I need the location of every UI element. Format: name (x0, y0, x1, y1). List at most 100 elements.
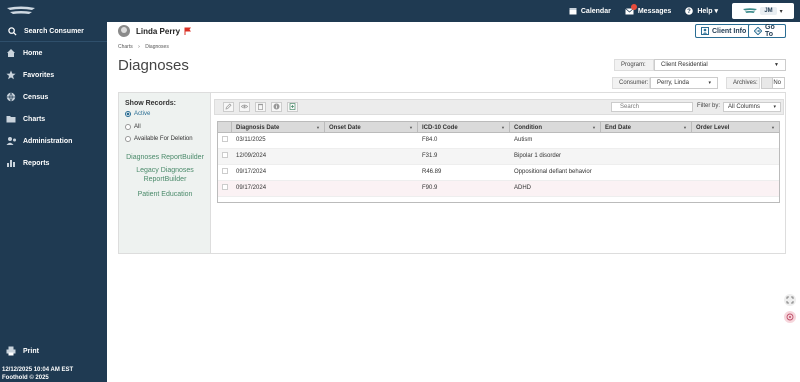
flag-icon[interactable] (184, 27, 192, 35)
calendar-label: Calendar (580, 7, 611, 15)
cell-diagnosis-date: 09/17/2024 (236, 169, 267, 175)
expand-icon[interactable] (784, 294, 796, 306)
patient-education-link[interactable]: Patient Education (119, 190, 211, 199)
avatar (118, 25, 130, 37)
page-title: Diagnoses (118, 57, 189, 74)
sidebar-item-favorites[interactable]: Favorites (0, 64, 107, 86)
help-menu[interactable]: ? Help ▾ (685, 7, 718, 15)
legacy-diagnoses-reportbuilder-link[interactable]: Legacy Diagnoses ReportBuilder (119, 166, 211, 184)
go-to-button[interactable]: Go To (748, 24, 786, 38)
breadcrumb: Charts › Diagnoses (118, 44, 169, 50)
grid-search-input[interactable]: Search (611, 102, 693, 112)
cell-diagnosis-date: 09/17/2024 (236, 185, 267, 191)
cell-icd10-code: F90.9 (422, 185, 438, 191)
go-to-label: Go To (765, 24, 775, 38)
brand-logo-icon (743, 8, 758, 13)
help-label: Help (697, 7, 713, 15)
sidebar-item-label: Census (23, 93, 49, 101)
program-label: Program: (614, 59, 654, 71)
cell-end-date (601, 149, 692, 164)
chevron-down-icon: ▼ (774, 62, 779, 68)
column-header-diagnosis-date[interactable]: Diagnosis Date ▼ (232, 122, 325, 133)
column-header-label: Order Level (696, 124, 730, 131)
sort-icon: ▼ (409, 125, 413, 130)
program-select[interactable]: Client Residential ▼ (654, 59, 786, 71)
radio-all[interactable]: All (125, 124, 141, 130)
envelope-icon (625, 3, 637, 15)
chevron-down-icon: ▾ (708, 80, 711, 86)
cell-end-date (601, 165, 692, 180)
chevron-down-icon: ▾ (773, 104, 776, 110)
table-row[interactable]: 03/11/2025 F84.0 Autism (218, 133, 779, 149)
toggle-knob (762, 78, 773, 88)
column-header-icd10-code[interactable]: ICD-10 Code ▼ (418, 122, 510, 133)
column-header-condition[interactable]: Condition ▼ (510, 122, 601, 133)
sidebar-footer: 12/12/2025 10:04 AM EST Foothold © 2025 (2, 366, 73, 382)
consumer-label: Consumer: (612, 77, 650, 89)
search-consumer[interactable]: Search Consumer (0, 22, 107, 42)
checkbox-icon (222, 168, 228, 174)
show-records-title: Show Records: (125, 100, 176, 107)
column-header-end-date[interactable]: End Date ▼ (601, 122, 692, 133)
assistant-icon[interactable] (784, 311, 796, 323)
filter-by-select[interactable]: All Columns ▾ (723, 102, 781, 112)
sidebar-item-reports[interactable]: Reports (0, 152, 107, 174)
bar-chart-icon (5, 157, 17, 169)
column-header-label: ICD-10 Code (422, 124, 458, 131)
top-bar: Calendar Messages ? Help ▾ JM ▾ (107, 0, 800, 22)
select-all-column[interactable] (218, 122, 232, 133)
print-button[interactable]: Print (0, 340, 107, 362)
sort-icon: ▼ (501, 125, 505, 130)
program-value: Client Residential (661, 62, 708, 68)
client-info-button[interactable]: Client Info (695, 24, 753, 38)
radio-available-for-deletion[interactable]: Available For Deletion (125, 136, 193, 142)
cell-onset-date (325, 181, 418, 196)
radio-label: All (134, 124, 141, 130)
delete-button[interactable] (255, 102, 266, 112)
eye-icon (240, 103, 249, 112)
user-menu[interactable]: JM ▾ (732, 3, 794, 19)
radio-active[interactable]: Active (125, 111, 150, 117)
trash-icon (257, 103, 264, 112)
filter-value: All Columns (728, 104, 761, 110)
view-button[interactable] (239, 102, 250, 112)
client-name: Linda Perry (136, 26, 181, 36)
archives-toggle[interactable]: No (761, 77, 785, 89)
sort-icon: ▼ (316, 125, 320, 130)
consumer-select[interactable]: Perry, Linda ▾ (650, 77, 718, 89)
row-checkbox[interactable] (218, 133, 232, 148)
add-button[interactable] (287, 102, 298, 112)
archives-value: No (773, 80, 781, 86)
column-header-onset-date[interactable]: Onset Date ▼ (325, 122, 418, 133)
column-header-order-level[interactable]: Order Level ▼ (692, 122, 779, 133)
breadcrumb-diagnoses: Diagnoses (145, 44, 169, 50)
diagnoses-reportbuilder-link[interactable]: Diagnoses ReportBuilder (119, 153, 211, 162)
cell-icd10-code: F31.9 (422, 153, 438, 159)
cell-diagnosis-date: 03/11/2025 (236, 137, 266, 143)
search-placeholder: Search (620, 104, 640, 110)
table-row[interactable]: 09/17/2024 F90.9 ADHD (218, 181, 779, 197)
table-row[interactable]: 12/09/2024 F31.9 Bipolar 1 disorder (218, 149, 779, 165)
row-checkbox[interactable] (218, 165, 232, 180)
cell-end-date (601, 181, 692, 196)
sidebar-item-home[interactable]: Home (0, 42, 107, 64)
sidebar-item-label: Charts (23, 115, 46, 123)
radio-empty-icon (125, 136, 131, 142)
messages-button[interactable]: Messages (625, 3, 671, 15)
star-icon (5, 69, 17, 81)
row-checkbox[interactable] (218, 149, 232, 164)
diagnoses-panel: Show Records: Active All Available For D… (118, 92, 786, 254)
sidebar-item-census[interactable]: Census (0, 86, 107, 108)
sidebar-item-charts[interactable]: Charts (0, 108, 107, 130)
search-consumer-label: Search Consumer (24, 28, 84, 35)
logo[interactable] (0, 0, 107, 22)
table-row[interactable]: 09/17/2024 R46.89 Oppositional defiant b… (218, 165, 779, 181)
sidebar-item-administration[interactable]: Administration (0, 130, 107, 152)
column-header-label: End Date (605, 124, 632, 131)
calendar-button[interactable]: Calendar (569, 7, 611, 15)
breadcrumb-charts[interactable]: Charts (118, 44, 133, 50)
info-button[interactable] (271, 102, 282, 112)
sort-icon: ▼ (592, 125, 596, 130)
row-checkbox[interactable] (218, 181, 232, 196)
edit-button[interactable] (223, 102, 234, 112)
